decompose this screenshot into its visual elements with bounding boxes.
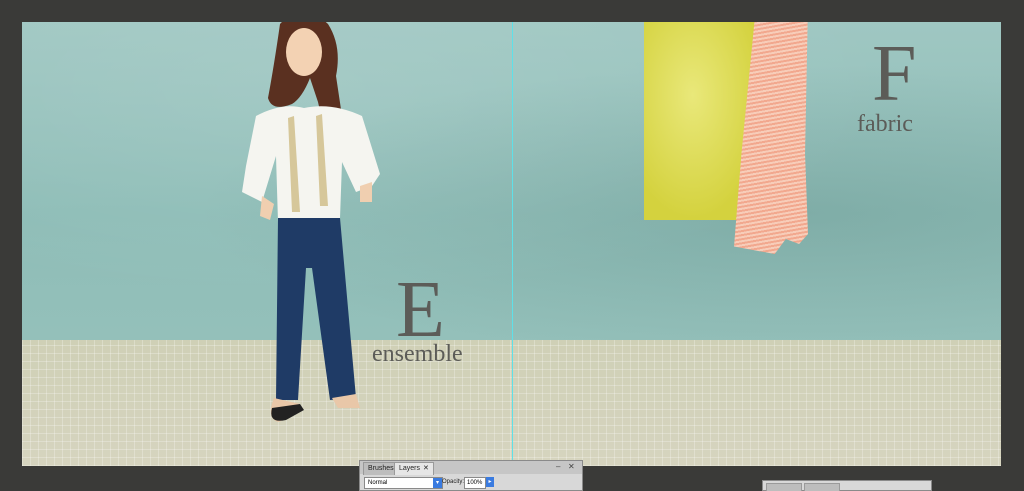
layers-panel[interactable]: Brushes Layers ✕ – ✕ Normal ▾ Opacity: 10… [359,460,583,491]
girl-illustration [242,22,380,422]
minimize-icon[interactable]: – [556,462,560,471]
word-fabric: fabric [857,111,913,137]
tab-layers[interactable]: Layers ✕ [394,462,434,475]
secondary-tab-1[interactable] [766,483,802,491]
close-icon[interactable]: ✕ [423,465,429,472]
opacity-label: Opacity: [442,479,465,485]
document-canvas[interactable]: E ensemble F fabric [22,22,1001,466]
tab-layers-label: Layers [399,465,421,472]
panel-tab-bar: Brushes Layers ✕ – ✕ [360,461,582,475]
secondary-tab-2[interactable] [804,483,840,491]
blend-mode-select[interactable]: Normal ▾ [364,477,443,489]
letter-e: E [396,266,445,354]
center-guide-line[interactable] [512,22,513,466]
opacity-input[interactable]: 100% [464,477,486,489]
letter-f: F [872,30,917,118]
secondary-panel[interactable] [762,480,932,491]
close-panel-icon[interactable]: ✕ [568,462,575,471]
opacity-slider-arrow-icon[interactable]: ▸ [486,477,494,487]
tab-brushes-label: Brushes [368,465,394,472]
blend-mode-value: Normal [368,480,388,486]
chevron-down-icon[interactable]: ▾ [433,478,442,488]
word-ensemble: ensemble [372,341,463,367]
